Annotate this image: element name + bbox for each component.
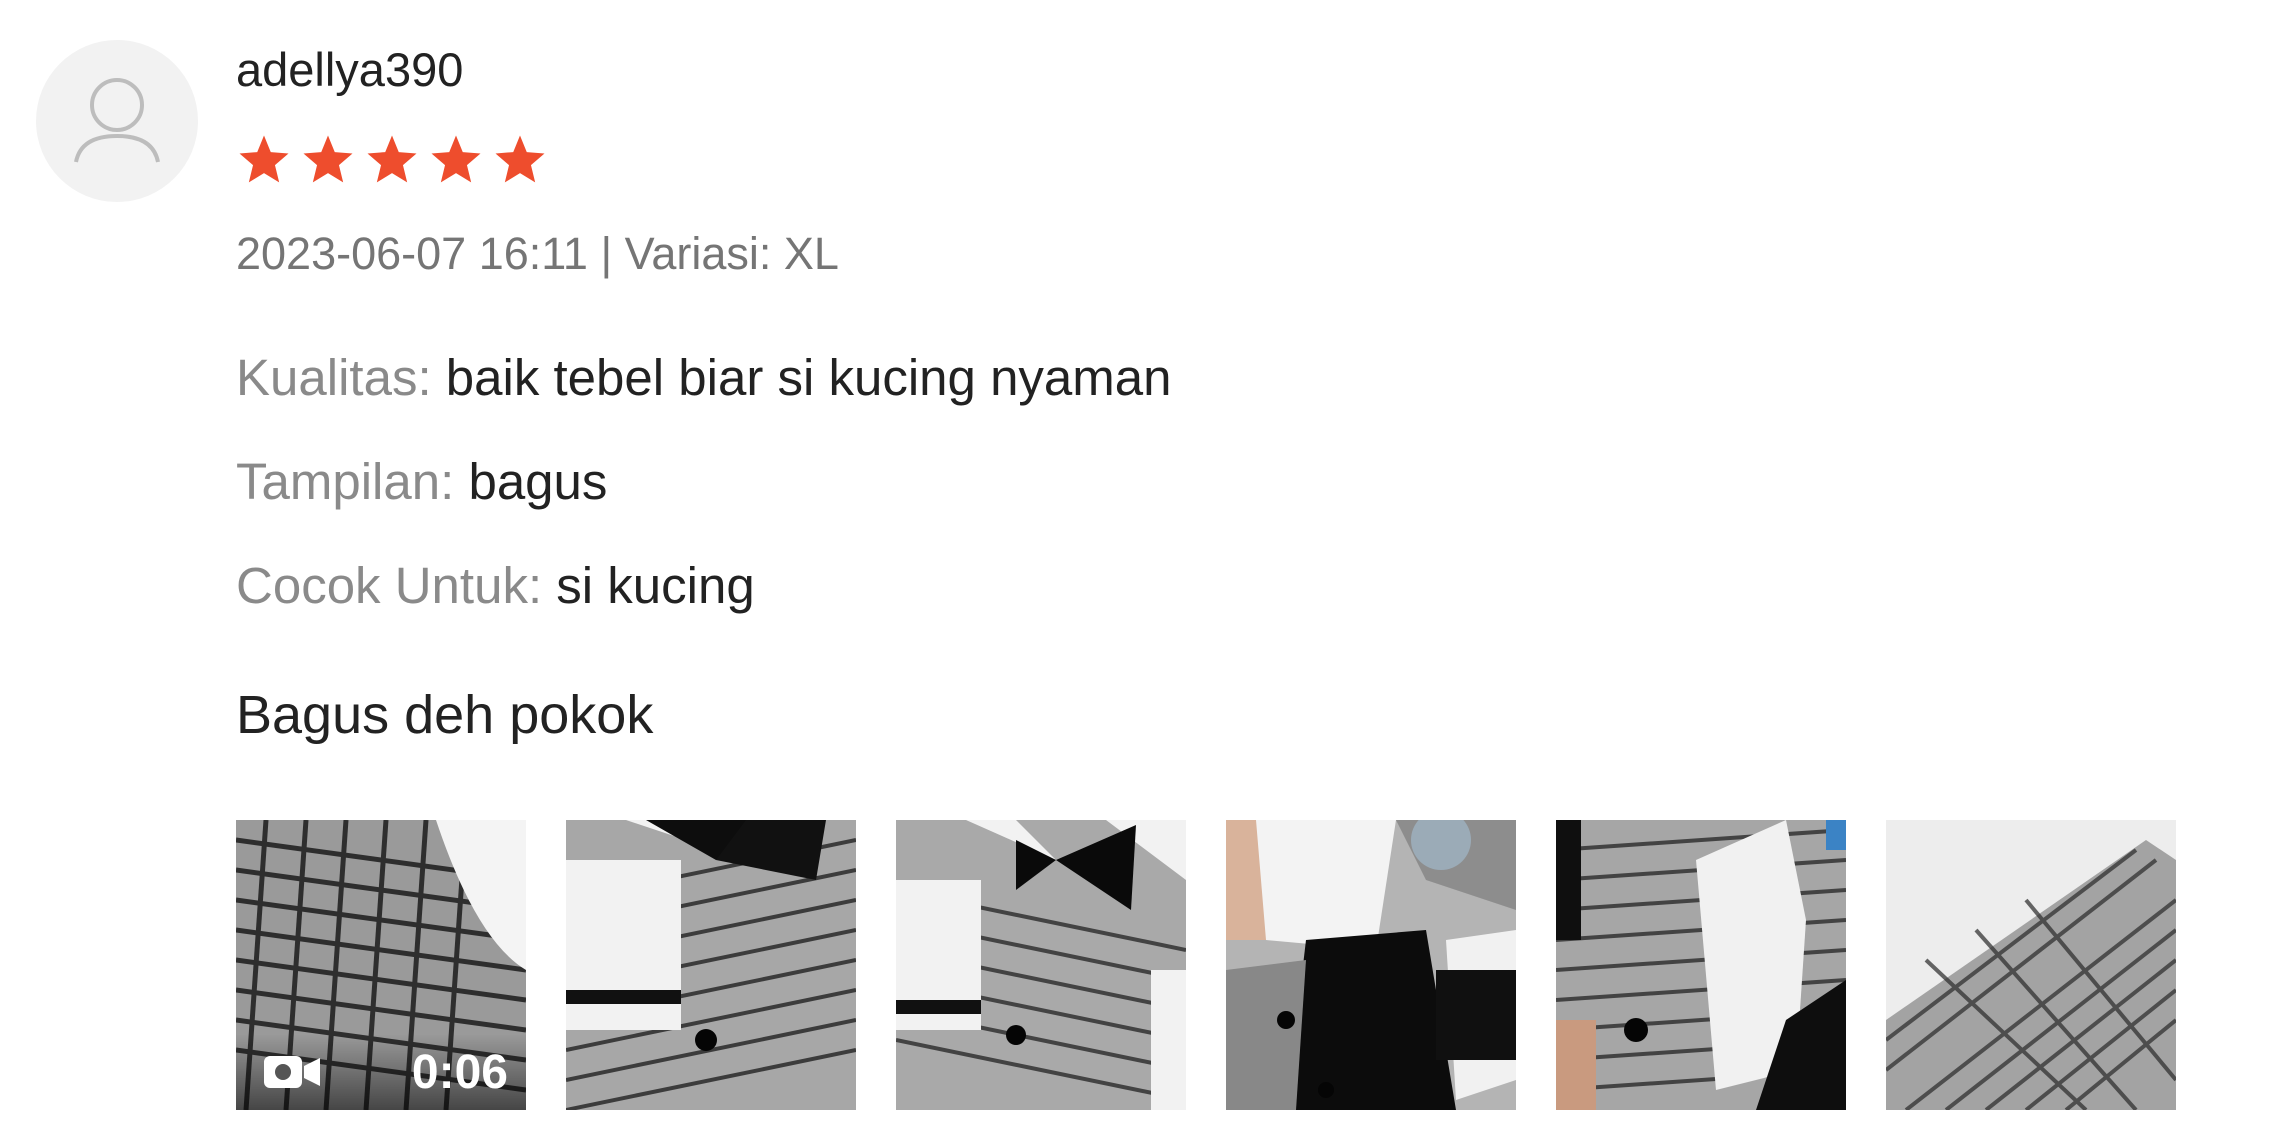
meta-separator: | <box>587 228 625 279</box>
user-avatar-icon <box>74 78 160 163</box>
attribute-label: Tampilan: <box>236 453 455 510</box>
user-avatar[interactable] <box>36 40 198 202</box>
star-icon <box>303 135 353 183</box>
star-icon <box>431 135 481 183</box>
review-photo-thumbnail[interactable] <box>566 820 856 1110</box>
review-meta: 2023-06-07 16:11 | Variasi: XL <box>236 228 839 280</box>
variation-value: XL <box>783 228 839 279</box>
review-photo-thumbnail[interactable] <box>1886 820 2176 1110</box>
attribute-value: bagus <box>468 453 608 510</box>
review-photo-thumbnail[interactable] <box>1556 820 1846 1110</box>
review-photo-thumbnail[interactable] <box>896 820 1186 1110</box>
review-comment: Bagus deh pokok <box>236 685 654 745</box>
star-icon <box>495 135 545 183</box>
review-item: adellya390 2023-06-07 16:11 | Variasi: X… <box>0 0 2276 1136</box>
attribute-value: si kucing <box>556 557 755 614</box>
video-camera-icon <box>264 1056 320 1088</box>
variation-label: Variasi: <box>624 228 772 279</box>
review-photo <box>896 820 1186 1110</box>
star-icon <box>239 135 289 183</box>
review-media-list: 0:06 <box>236 820 2176 1110</box>
review-video-thumbnail[interactable]: 0:06 <box>236 820 526 1110</box>
rating-stars <box>236 132 548 188</box>
review-date: 2023-06-07 16:11 <box>236 228 588 279</box>
review-photo <box>1886 820 2176 1110</box>
review-photo-thumbnail[interactable] <box>1226 820 1516 1110</box>
review-photo <box>1556 820 1846 1110</box>
attribute-quality: Kualitas: baik tebel biar si kucing nyam… <box>236 348 1172 407</box>
attribute-label: Cocok Untuk: <box>236 557 543 614</box>
attribute-suitable-for: Cocok Untuk: si kucing <box>236 556 755 615</box>
review-photo <box>1226 820 1516 1110</box>
star-icon <box>367 135 417 183</box>
attribute-value: baik tebel biar si kucing nyaman <box>445 349 1172 406</box>
review-username[interactable]: adellya390 <box>236 42 463 97</box>
attribute-label: Kualitas: <box>236 349 432 406</box>
video-overlay: 0:06 <box>236 1034 526 1110</box>
attribute-appearance: Tampilan: bagus <box>236 452 607 511</box>
review-photo <box>566 820 856 1110</box>
video-duration: 0:06 <box>411 1045 508 1099</box>
